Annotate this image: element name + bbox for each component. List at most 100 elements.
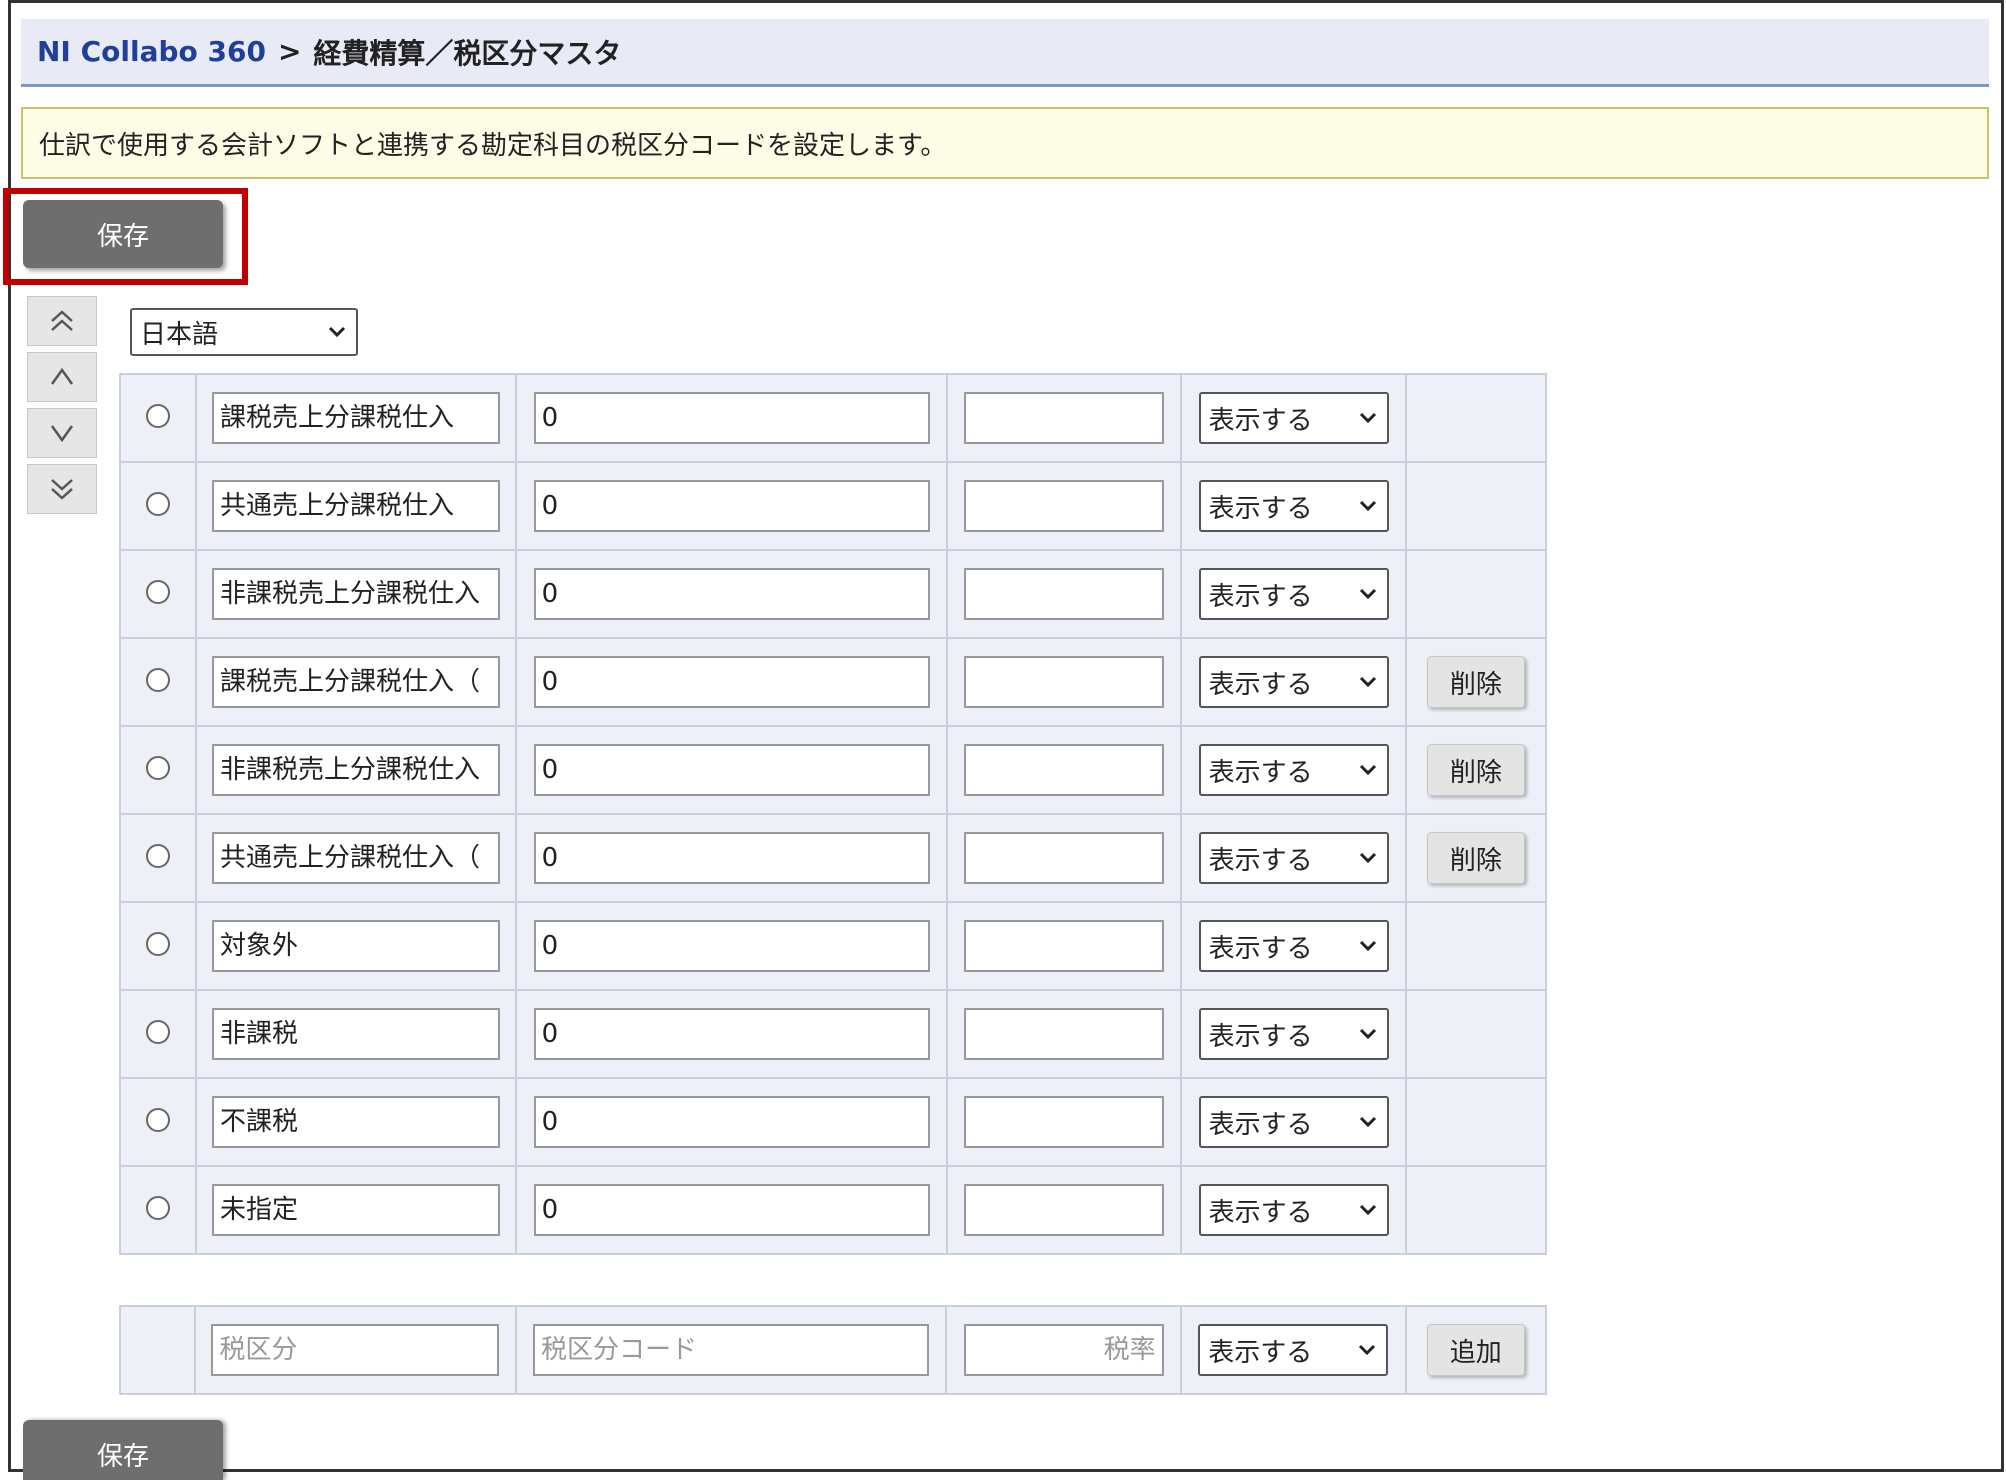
row-select-radio[interactable] <box>145 668 170 692</box>
chevron-down-icon <box>1359 764 1376 776</box>
display-select[interactable]: 表示する <box>1198 744 1389 796</box>
move-down-button[interactable] <box>27 408 97 458</box>
tax-rate-input[interactable] <box>964 744 1165 796</box>
display-select-value: 表示する <box>1208 1197 1313 1228</box>
table-row: 課税売上分課税仕入 0 表示する <box>119 373 1548 463</box>
display-select-value: 表示する <box>1208 493 1313 524</box>
row-select-radio[interactable] <box>145 492 170 516</box>
row-select-radio[interactable] <box>145 1196 170 1220</box>
row-select-radio[interactable] <box>145 404 170 428</box>
display-select[interactable]: 表示する <box>1198 920 1389 972</box>
table-row: 非課税 0 表示する <box>119 989 1548 1079</box>
display-select[interactable]: 表示する <box>1198 656 1389 708</box>
tax-code-input[interactable]: 0 <box>533 480 930 532</box>
tax-name-input[interactable]: 非課税売上分課税仕入 <box>212 744 501 796</box>
breadcrumb-app-link[interactable]: NI Collabo 360 <box>37 35 266 68</box>
new-display-select-value: 表示する <box>1208 1337 1313 1368</box>
display-select[interactable]: 表示する <box>1198 392 1389 444</box>
display-select-value: 表示する <box>1208 1021 1313 1052</box>
tax-name-input[interactable]: 対象外 <box>212 920 501 972</box>
add-row-spacer <box>119 1305 196 1395</box>
table-row: 非課税売上分課税仕入 0 表示する <box>119 549 1548 639</box>
tax-code-input[interactable]: 0 <box>533 656 930 708</box>
row-select-radio[interactable] <box>145 1020 170 1044</box>
language-select[interactable]: 日本語 <box>130 308 358 356</box>
tax-code-input[interactable]: 0 <box>533 392 930 444</box>
new-tax-code-input[interactable]: 税区分コード <box>533 1324 929 1376</box>
tax-rate-input[interactable] <box>964 1008 1165 1060</box>
display-select[interactable]: 表示する <box>1198 832 1389 884</box>
chevrons-up-icon <box>51 310 73 331</box>
tax-name-input[interactable]: 非課税売上分課税仕入 <box>212 568 501 620</box>
chevron-down-icon <box>1359 588 1376 600</box>
tax-code-input[interactable]: 0 <box>533 832 930 884</box>
chevron-down-icon <box>328 326 346 338</box>
new-tax-rate-input[interactable]: 税率 <box>963 1324 1164 1376</box>
table-row: 不課税 0 表示する <box>119 1077 1548 1167</box>
tax-code-input[interactable]: 0 <box>533 744 930 796</box>
display-select-value: 表示する <box>1208 845 1313 876</box>
tax-name-input[interactable]: 共通売上分課税仕入（ <box>212 832 501 884</box>
tax-rate-input[interactable] <box>964 1184 1165 1236</box>
tax-code-input[interactable]: 0 <box>533 1184 930 1236</box>
breadcrumb: NI Collabo 360 > 経費精算／税区分マスタ <box>21 19 1989 87</box>
delete-button[interactable]: 削除 <box>1426 832 1525 884</box>
row-select-radio[interactable] <box>145 756 170 780</box>
delete-button[interactable]: 削除 <box>1426 656 1525 708</box>
tax-code-input[interactable]: 0 <box>533 1008 930 1060</box>
display-select[interactable]: 表示する <box>1198 1184 1389 1236</box>
chevron-down-icon <box>1359 1028 1376 1040</box>
tax-rate-input[interactable] <box>964 568 1165 620</box>
tax-code-input[interactable]: 0 <box>533 568 930 620</box>
row-select-radio[interactable] <box>145 932 170 956</box>
tax-name-input[interactable]: 不課税 <box>212 1096 501 1148</box>
display-select-value: 表示する <box>1208 933 1313 964</box>
chevron-down-icon <box>1359 676 1376 688</box>
add-row: 税区分 税区分コード 税率 表示する 追加 <box>119 1305 1548 1395</box>
display-select-value: 表示する <box>1208 669 1313 700</box>
chevron-down-icon <box>1359 940 1376 952</box>
tax-name-input[interactable]: 課税売上分課税仕入（ <box>212 656 501 708</box>
table-row: 共通売上分課税仕入 0 表示する <box>119 461 1548 551</box>
tax-name-input[interactable]: 非課税 <box>212 1008 501 1060</box>
tax-code-input[interactable]: 0 <box>533 920 930 972</box>
display-select-value: 表示する <box>1208 581 1313 612</box>
row-select-radio[interactable] <box>145 1108 170 1132</box>
move-up-button[interactable] <box>27 352 97 402</box>
tax-rate-input[interactable] <box>964 1096 1165 1148</box>
tax-category-table: 課税売上分課税仕入 0 表示する 共通売上分課税仕入 0 表示する 非課税売上分… <box>119 373 1548 1255</box>
table-row: 非課税売上分課税仕入 0 表示する 削除 <box>119 725 1548 815</box>
tax-rate-input[interactable] <box>964 832 1165 884</box>
add-button[interactable]: 追加 <box>1426 1324 1525 1376</box>
display-select[interactable]: 表示する <box>1198 568 1389 620</box>
table-row: 課税売上分課税仕入（ 0 表示する 削除 <box>119 637 1548 727</box>
tax-rate-input[interactable] <box>964 920 1165 972</box>
row-select-radio[interactable] <box>145 844 170 868</box>
new-tax-name-input[interactable]: 税区分 <box>211 1324 500 1376</box>
tax-rate-input[interactable] <box>964 480 1165 532</box>
chevron-down-icon <box>1359 1116 1376 1128</box>
tax-rate-input[interactable] <box>964 656 1165 708</box>
save-button[interactable]: 保存 <box>23 200 223 268</box>
description-text: 仕訳で使用する会計ソフトと連携する勘定科目の税区分コードを設定します。 <box>39 130 947 161</box>
move-top-button[interactable] <box>27 296 97 346</box>
new-display-select[interactable]: 表示する <box>1198 1324 1389 1376</box>
tax-rate-input[interactable] <box>964 392 1165 444</box>
chevron-down-icon <box>1359 500 1376 512</box>
description-banner: 仕訳で使用する会計ソフトと連携する勘定科目の税区分コードを設定します。 <box>21 107 1989 179</box>
save-button-bottom[interactable]: 保存 <box>23 1420 223 1480</box>
display-select-value: 表示する <box>1208 757 1313 788</box>
display-select[interactable]: 表示する <box>1198 1008 1389 1060</box>
display-select[interactable]: 表示する <box>1198 1096 1389 1148</box>
display-select[interactable]: 表示する <box>1198 480 1389 532</box>
table-row: 未指定 0 表示する <box>119 1165 1548 1255</box>
tax-name-input[interactable]: 課税売上分課税仕入 <box>212 392 501 444</box>
chevron-down-icon <box>1359 1344 1376 1356</box>
delete-button[interactable]: 削除 <box>1426 744 1525 796</box>
tax-code-input[interactable]: 0 <box>533 1096 930 1148</box>
move-bottom-button[interactable] <box>27 464 97 514</box>
row-select-radio[interactable] <box>145 580 170 604</box>
tax-name-input[interactable]: 共通売上分課税仕入 <box>212 480 501 532</box>
display-select-value: 表示する <box>1208 1109 1313 1140</box>
tax-name-input[interactable]: 未指定 <box>212 1184 501 1236</box>
